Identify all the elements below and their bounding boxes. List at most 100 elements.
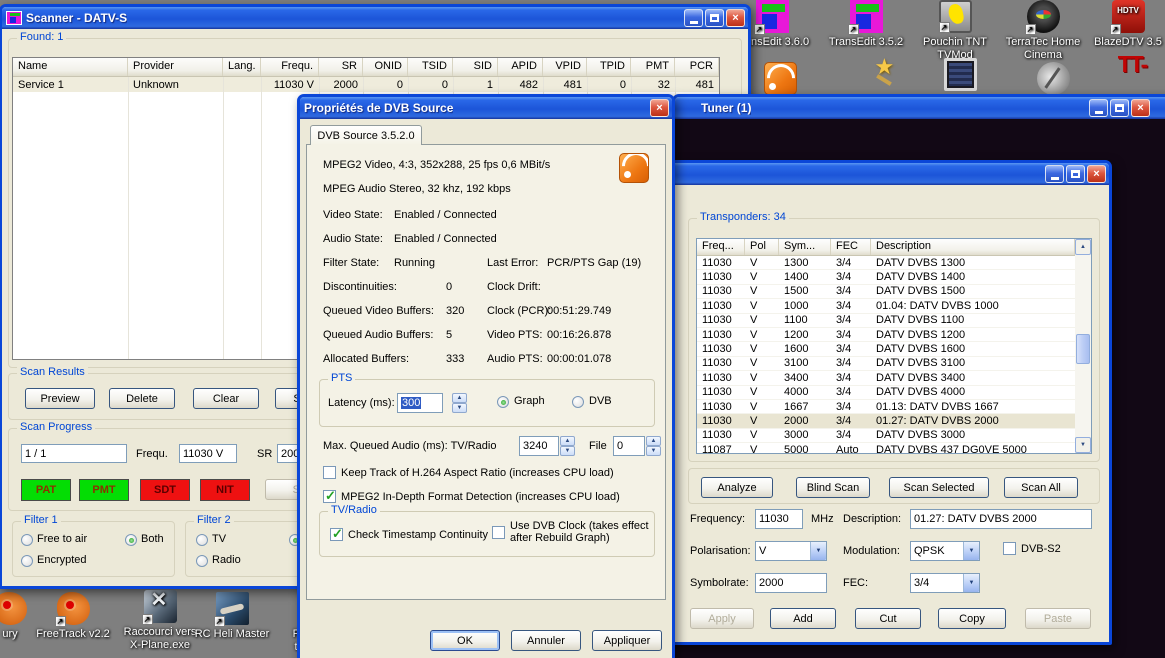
- symbolrate-field[interactable]: 2000: [755, 573, 827, 593]
- transponder-row[interactable]: 11087 V 5000 Auto DATV DVBS 437 DG0VE 50…: [697, 443, 1091, 454]
- max-audio-file-spinner[interactable]: ▲▼: [646, 436, 661, 456]
- transponder-row[interactable]: 11030 V 1600 3/4 DATV DVBS 1600: [697, 342, 1091, 356]
- column-header[interactable]: Lang.: [223, 58, 261, 76]
- apply-button[interactable]: Appliquer: [592, 630, 662, 651]
- scrollbar-track[interactable]: [1075, 255, 1091, 437]
- description-field[interactable]: 01.27: DATV DVBS 2000: [910, 509, 1092, 529]
- latency-spinner[interactable]: ▲▼: [452, 393, 467, 413]
- maximize-button[interactable]: [1066, 165, 1085, 183]
- column-header[interactable]: VPID: [543, 58, 587, 76]
- minimize-button[interactable]: [1045, 165, 1064, 183]
- close-button[interactable]: ×: [726, 9, 745, 27]
- column-header[interactable]: Description: [871, 239, 1075, 255]
- transponder-row[interactable]: 11030 V 1400 3/4 DATV DVBS 1400: [697, 270, 1091, 284]
- frequency-field[interactable]: 11030 V: [179, 444, 237, 463]
- manager-bottom-button[interactable]: Add: [770, 608, 836, 629]
- transponder-row[interactable]: 11030 V 1667 3/4 01.13: DATV DVBS 1667: [697, 400, 1091, 414]
- use-dvb-clock-checkbox[interactable]: [492, 526, 505, 539]
- scan-results-button[interactable]: Preview: [25, 388, 95, 409]
- tab-dvb-source[interactable]: DVB Source 3.5.2.0: [310, 125, 422, 145]
- desktop-icon-blazedtv[interactable]: HDTV ↗ BlazeDTV 3.5: [1086, 0, 1165, 49]
- cancel-button[interactable]: Annuler: [511, 630, 581, 651]
- column-header[interactable]: TSID: [408, 58, 453, 76]
- radio-both[interactable]: [125, 534, 137, 546]
- column-header[interactable]: Frequ.: [261, 58, 319, 76]
- progress-counter-field[interactable]: 1 / 1: [21, 444, 127, 463]
- minimize-button[interactable]: [1089, 99, 1108, 117]
- manager-bottom-button[interactable]: Paste: [1025, 608, 1091, 629]
- max-audio-file-field[interactable]: 0: [613, 436, 645, 456]
- column-header[interactable]: APID: [498, 58, 543, 76]
- max-audio-tv-field[interactable]: 3240: [519, 436, 559, 456]
- scan-results-button[interactable]: Clear: [193, 388, 259, 409]
- mpeg2-indepth-checkbox[interactable]: [323, 490, 336, 503]
- desktop-icon-pouchin[interactable]: ↗ Pouchin TNT TVMod: [913, 0, 997, 62]
- maximize-button[interactable]: [705, 9, 724, 27]
- column-header[interactable]: PMT: [631, 58, 675, 76]
- desktop-icon-transedit-352[interactable]: ↗ TransEdit 3.5.2: [824, 0, 908, 49]
- scan-button[interactable]: Blind Scan: [796, 477, 870, 498]
- h264-aspect-checkbox[interactable]: [323, 466, 336, 479]
- transponder-row[interactable]: 11030 V 1300 3/4 DATV DVBS 1300: [697, 256, 1091, 270]
- column-header[interactable]: Sym...: [779, 239, 831, 255]
- tuner-titlebar[interactable]: Tuner (1) ×: [675, 97, 1165, 119]
- check-timestamp-checkbox[interactable]: [330, 528, 343, 541]
- close-button[interactable]: ×: [1087, 165, 1106, 183]
- latency-field[interactable]: 300: [397, 393, 443, 413]
- fec-dropdown[interactable]: 3/4 ▼: [910, 573, 980, 593]
- frequency-field[interactable]: 11030: [755, 509, 803, 529]
- column-header[interactable]: PCR: [675, 58, 719, 76]
- desktop-icon-monitor[interactable]: [918, 58, 1002, 94]
- column-header[interactable]: Provider: [128, 58, 223, 76]
- transponder-list[interactable]: Freq... Pol Sym... FEC Description 11030…: [696, 238, 1092, 454]
- transponder-row[interactable]: 11030 V 3100 3/4 DATV DVBS 3100: [697, 357, 1091, 371]
- column-header[interactable]: Freq...: [697, 239, 745, 255]
- scan-button[interactable]: Scan Selected: [889, 477, 989, 498]
- polarisation-dropdown[interactable]: V ▼: [755, 541, 827, 561]
- scanner-titlebar[interactable]: Scanner - DATV-S ×: [2, 7, 748, 29]
- scrollbar-thumb[interactable]: [1076, 334, 1090, 364]
- minimize-button[interactable]: [684, 9, 703, 27]
- close-button[interactable]: ×: [1131, 99, 1150, 117]
- scroll-down-icon[interactable]: ▼: [1075, 437, 1091, 453]
- column-header[interactable]: TPID: [587, 58, 631, 76]
- column-header[interactable]: Name: [13, 58, 128, 76]
- close-button[interactable]: ×: [650, 99, 669, 117]
- dialog-titlebar[interactable]: Propriétés de DVB Source ×: [300, 97, 672, 119]
- transponder-row[interactable]: 11030 V 3000 3/4 DATV DVBS 3000: [697, 429, 1091, 443]
- desktop-icon-satellite[interactable]: [1011, 62, 1095, 98]
- radio-dvb[interactable]: [572, 396, 584, 408]
- scan-button[interactable]: Analyze: [701, 477, 773, 498]
- column-header[interactable]: ONID: [363, 58, 408, 76]
- service-row[interactable]: Service 1 Unknown 11030 V 2000 0 0 1: [13, 77, 719, 92]
- dropdown-arrow-icon[interactable]: ▼: [963, 574, 979, 592]
- transponder-row[interactable]: 11030 V 4000 3/4 DATV DVBS 4000: [697, 386, 1091, 400]
- desktop-icon-rcheli[interactable]: ↗ RC Heli Master: [190, 592, 274, 641]
- radio-free-to-air[interactable]: [21, 534, 33, 546]
- column-header[interactable]: SID: [453, 58, 498, 76]
- modulation-dropdown[interactable]: QPSK ▼: [910, 541, 980, 561]
- manager-bottom-button[interactable]: Apply: [690, 608, 754, 629]
- dropdown-arrow-icon[interactable]: ▼: [963, 542, 979, 560]
- scan-button[interactable]: Scan All: [1004, 477, 1078, 498]
- transponder-row[interactable]: 11030 V 1200 3/4 DATV DVBS 1200: [697, 328, 1091, 342]
- desktop-icon-terratec[interactable]: ↗ TerraTec Home Cinema: [1001, 0, 1085, 62]
- transponder-row[interactable]: 11030 V 1000 3/4 01.04: DATV DVBS 1000: [697, 299, 1091, 313]
- manager-bottom-button[interactable]: Cut: [855, 608, 921, 629]
- transponder-row[interactable]: 11030 V 2000 3/4 01.27: DATV DVBS 2000: [697, 414, 1091, 428]
- radio-tv[interactable]: [196, 534, 208, 546]
- desktop-icon-technotrend[interactable]: TT-: [1090, 58, 1165, 71]
- maximize-button[interactable]: [1110, 99, 1129, 117]
- max-audio-tv-spinner[interactable]: ▲▼: [560, 436, 575, 456]
- manager-titlebar[interactable]: ×: [643, 163, 1109, 185]
- dropdown-arrow-icon[interactable]: ▼: [810, 542, 826, 560]
- scrollbar[interactable]: ▲ ▼: [1075, 239, 1091, 453]
- scroll-up-icon[interactable]: ▲: [1075, 239, 1091, 255]
- transponder-row[interactable]: 11030 V 1100 3/4 DATV DVBS 1100: [697, 314, 1091, 328]
- column-header[interactable]: SR: [319, 58, 363, 76]
- dvbs2-checkbox[interactable]: [1003, 542, 1016, 555]
- transponder-row[interactable]: 11030 V 1500 3/4 DATV DVBS 1500: [697, 285, 1091, 299]
- desktop-icon-wand[interactable]: [845, 62, 929, 98]
- desktop-icon-freetrack[interactable]: ↗ FreeTrack v2.2: [31, 592, 115, 641]
- radio-graph[interactable]: [497, 396, 509, 408]
